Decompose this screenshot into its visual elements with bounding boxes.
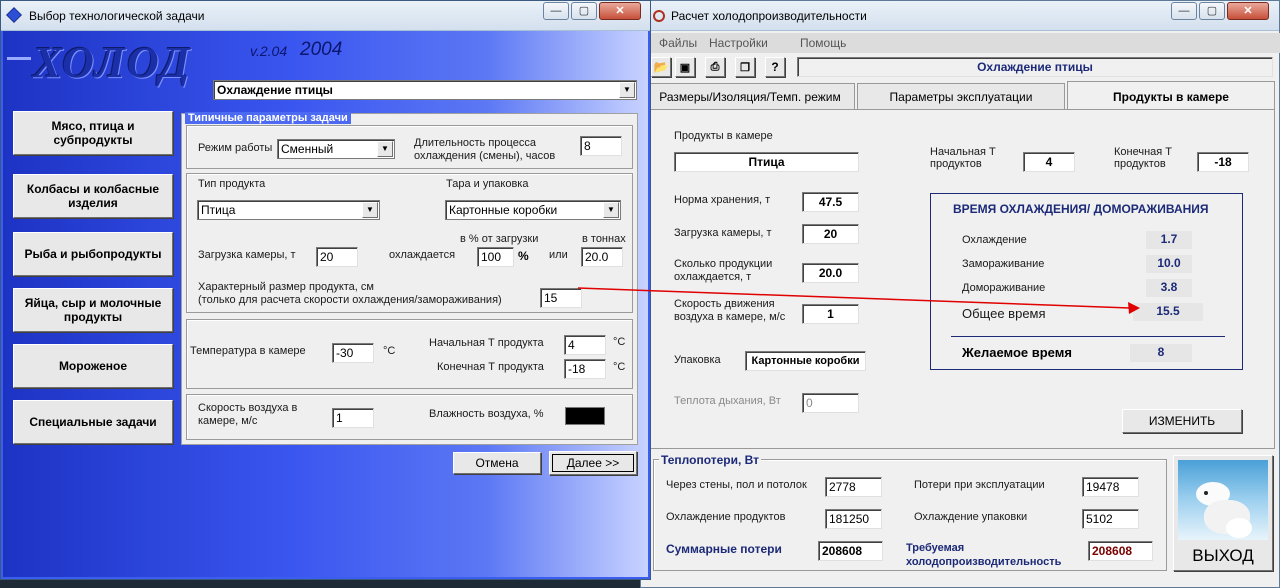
annotation-arrow bbox=[577, 287, 1140, 314]
